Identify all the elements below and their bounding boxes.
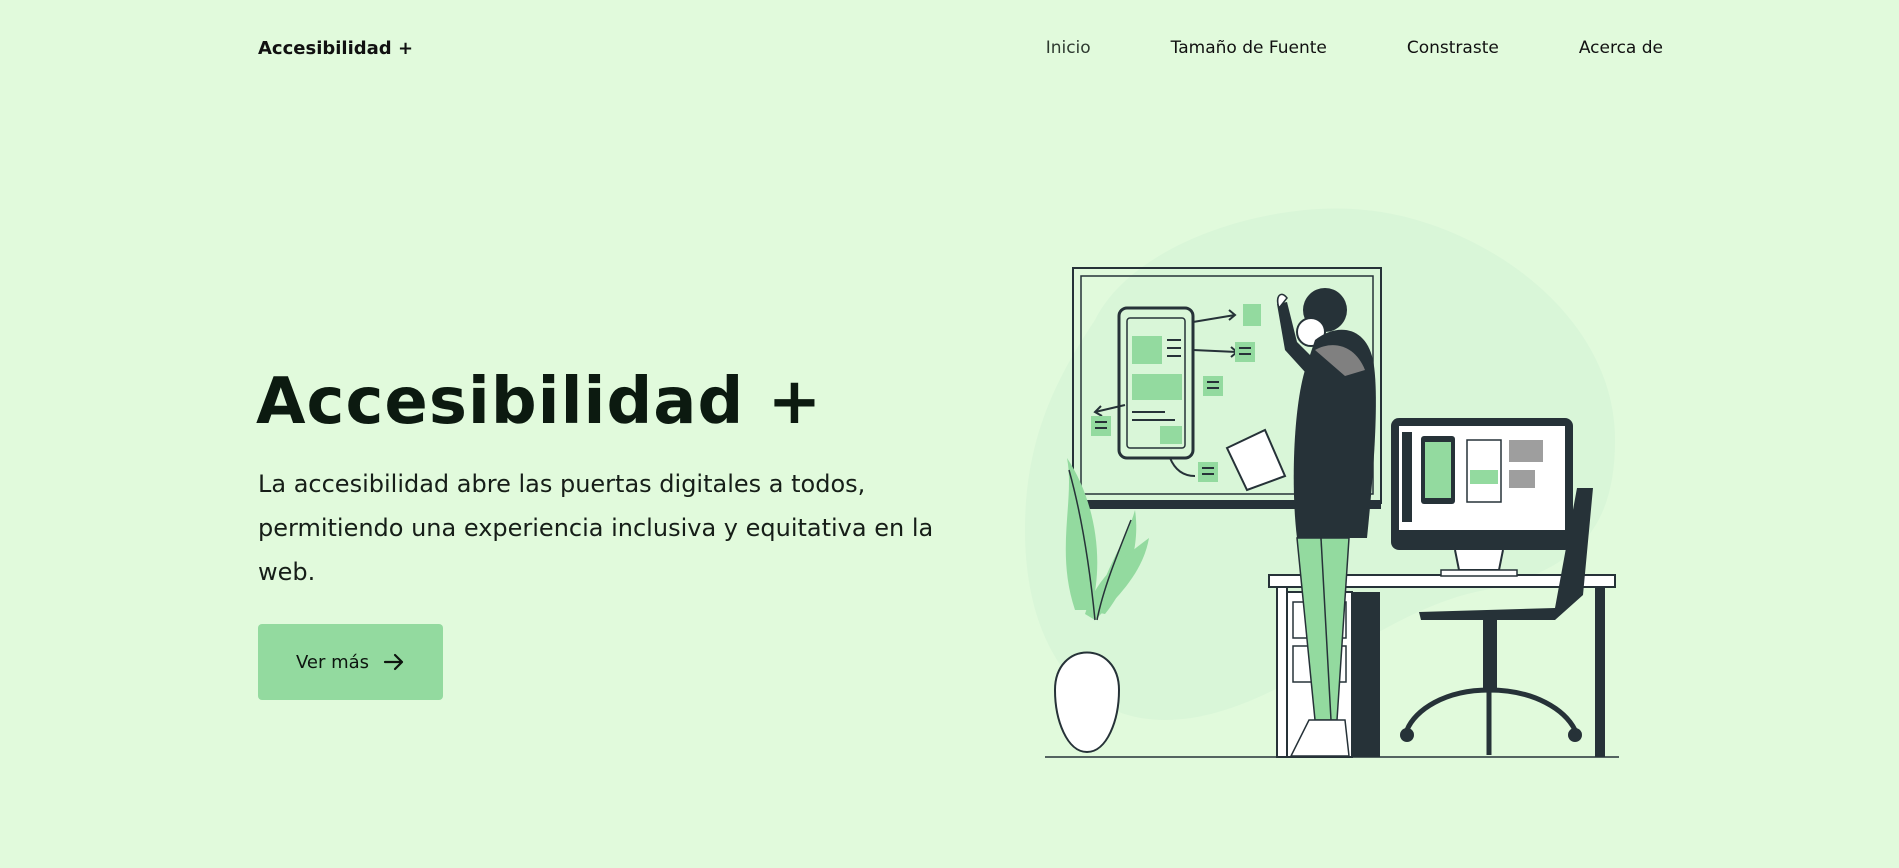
- hero-title: Accesibilidad +: [256, 365, 823, 439]
- ver-mas-label: Ver más: [295, 651, 370, 673]
- main-nav: Inicio Tamaño de Fuente Constraste Acerc…: [1046, 38, 1663, 58]
- ver-mas-button[interactable]: Ver más: [258, 624, 443, 700]
- person-at-whiteboard-illustration: [1025, 208, 1619, 758]
- page: Accesibilidad + Inicio Tamaño de Fuente …: [0, 0, 1899, 868]
- nav-link-about[interactable]: Acerca de: [1579, 38, 1663, 58]
- brand-logo[interactable]: Accesibilidad +: [258, 38, 413, 59]
- arrow-right-icon: [383, 653, 404, 671]
- hero-description: La accesibilidad abre las puertas digita…: [258, 470, 934, 586]
- nav-link-inicio[interactable]: Inicio: [1046, 38, 1091, 58]
- nav-link-contrast[interactable]: Constraste: [1407, 38, 1499, 58]
- nav-link-font-size[interactable]: Tamaño de Fuente: [1171, 38, 1327, 58]
